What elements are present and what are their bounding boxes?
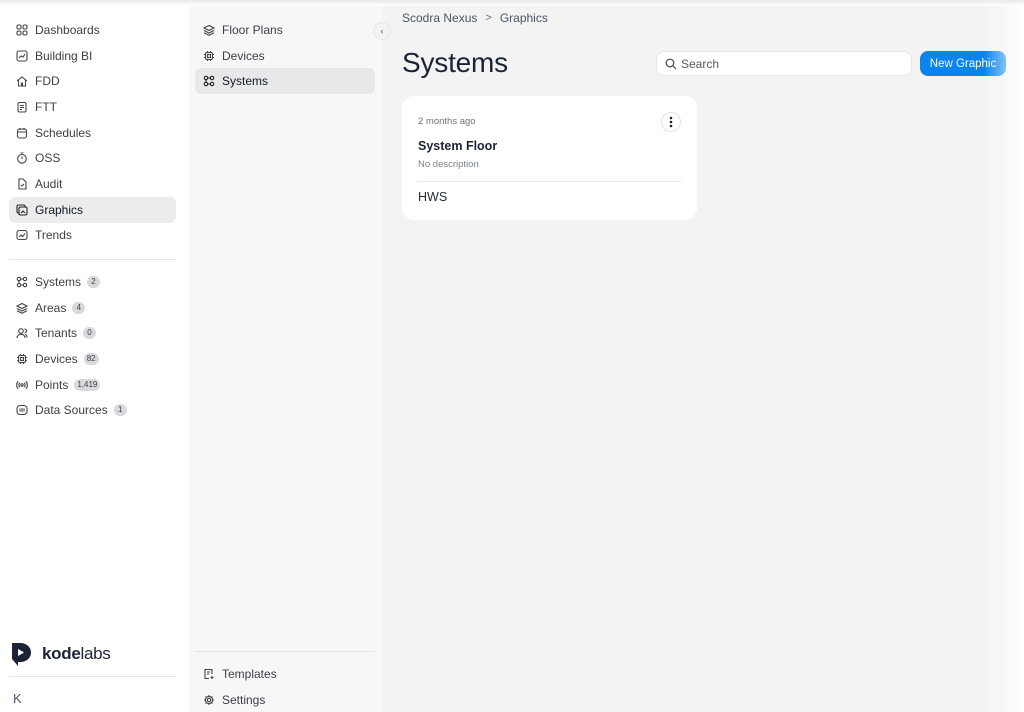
breadcrumb-root[interactable]: Scodra Nexus bbox=[402, 11, 477, 25]
right-edge-shade bbox=[984, 0, 1024, 712]
broadcast-icon bbox=[16, 380, 28, 389]
subnav-item-label: Systems bbox=[222, 74, 269, 89]
sidebar-item-label: Devices bbox=[35, 351, 78, 366]
fdd-icon bbox=[16, 76, 28, 87]
sidebar-item-label: Tenants bbox=[35, 326, 78, 341]
top-strip bbox=[0, 0, 1024, 6]
collapse-subnav-button[interactable]: ‹ bbox=[373, 22, 391, 40]
primary-nav: Dashboards Building BI FDD FTT Schedules… bbox=[9, 17, 176, 248]
search-icon bbox=[665, 58, 677, 69]
count-badge: 1,419 bbox=[74, 378, 101, 391]
count-badge: 82 bbox=[83, 352, 99, 365]
sidebar-item-label: OSS bbox=[35, 151, 61, 166]
audit-icon bbox=[18, 178, 27, 190]
sidebar-item-oss[interactable]: OSS bbox=[9, 145, 176, 171]
sidebar-item-label: Data Sources bbox=[35, 403, 108, 418]
collapse-sidebar-button[interactable]: K bbox=[13, 691, 22, 706]
sidebar-item-trends[interactable]: Trends bbox=[9, 223, 176, 249]
graphics-subnav: Floor Plans Devices Systems Templates Se… bbox=[189, 0, 382, 712]
card-title: System Floor bbox=[418, 139, 498, 153]
count-badge: 0 bbox=[83, 327, 97, 340]
sidebar-item-tenants[interactable]: Tenants 0 bbox=[9, 320, 176, 346]
subnav-item-floor-plans[interactable]: Floor Plans bbox=[195, 17, 375, 43]
timer-icon bbox=[17, 152, 27, 164]
chip-icon bbox=[17, 353, 27, 364]
sidebar-item-devices[interactable]: Devices 82 bbox=[9, 346, 176, 372]
datasource-icon bbox=[16, 405, 28, 416]
breadcrumb-current: Graphics bbox=[499, 11, 548, 25]
sidebar-item-label: Dashboards bbox=[35, 22, 100, 37]
sidebar-item-label: Systems bbox=[35, 274, 82, 289]
sidebar-item-audit[interactable]: Audit bbox=[9, 171, 176, 197]
new-graphic-button[interactable]: New Graphic bbox=[920, 51, 1006, 76]
gear-icon bbox=[204, 694, 214, 705]
sidebar-item-schedules[interactable]: Schedules bbox=[9, 120, 176, 146]
subnav-divider bbox=[195, 651, 375, 652]
subnav-item-label: Templates bbox=[222, 666, 277, 681]
card-description: No description bbox=[418, 159, 479, 170]
sidebar-item-points[interactable]: Points 1,419 bbox=[9, 372, 176, 398]
card-timestamp: 2 months ago bbox=[418, 116, 476, 127]
sidebar-item-label: Graphics bbox=[35, 202, 84, 217]
clipboard-icon bbox=[17, 101, 27, 113]
search-box[interactable] bbox=[656, 51, 912, 76]
sidebar-item-label: Schedules bbox=[35, 125, 92, 140]
count-badge: 1 bbox=[113, 404, 127, 417]
sidebar-item-dashboards[interactable]: Dashboards bbox=[9, 17, 176, 43]
users-icon bbox=[16, 328, 28, 339]
more-vertical-icon bbox=[669, 116, 673, 128]
calendar-icon bbox=[16, 127, 28, 139]
sidebar-item-systems[interactable]: Systems 2 bbox=[9, 269, 176, 295]
sidebar-item-label: Building BI bbox=[35, 48, 93, 63]
subnav-bottom: Templates Settings bbox=[195, 661, 375, 712]
subnav-item-settings[interactable]: Settings bbox=[195, 687, 375, 712]
count-badge: 4 bbox=[72, 301, 86, 314]
breadcrumb-separator: > bbox=[485, 12, 492, 24]
subnav-item-label: Floor Plans bbox=[222, 22, 283, 37]
dashboard-icon bbox=[16, 24, 28, 36]
systems-icon bbox=[16, 276, 28, 288]
sidebar-item-label: Trends bbox=[35, 228, 72, 243]
brand-logo: kodelabs bbox=[10, 641, 111, 667]
brand-wordmark: kodelabs bbox=[42, 644, 111, 663]
template-icon bbox=[204, 668, 214, 679]
layers-icon bbox=[203, 24, 215, 36]
graphics-icon bbox=[16, 204, 28, 216]
sidebar-item-label: Points bbox=[35, 377, 69, 392]
count-badge: 2 bbox=[87, 275, 101, 288]
subnav-list: Floor Plans Devices Systems bbox=[195, 17, 375, 95]
subnav-item-label: Devices bbox=[222, 48, 265, 63]
layers-icon bbox=[16, 302, 28, 314]
subnav-item-devices[interactable]: Devices bbox=[195, 43, 375, 69]
card-menu-button[interactable] bbox=[661, 112, 681, 132]
sidebar-item-building-bi[interactable]: Building BI bbox=[9, 43, 176, 69]
search-input[interactable] bbox=[681, 56, 901, 71]
systems-icon bbox=[203, 75, 215, 87]
breadcrumb: Scodra Nexus > Graphics bbox=[402, 11, 548, 25]
sidebar-item-label: FDD bbox=[35, 74, 60, 89]
card-divider bbox=[418, 181, 681, 182]
kodelabs-logo-icon bbox=[12, 643, 31, 666]
subnav-item-systems[interactable]: Systems bbox=[195, 68, 375, 95]
sidebar-bottom-divider bbox=[9, 676, 176, 677]
sidebar-item-areas[interactable]: Areas 4 bbox=[9, 295, 176, 321]
sidebar-item-data-sources[interactable]: Data Sources 1 bbox=[9, 397, 176, 423]
sidebar-item-label: Audit bbox=[35, 176, 63, 191]
sidebar-item-ftt[interactable]: FTT bbox=[9, 94, 176, 120]
chip-icon bbox=[204, 50, 214, 61]
graphic-card[interactable]: 2 months ago System Floor No description… bbox=[402, 96, 697, 220]
main-sidebar: Dashboards Building BI FDD FTT Schedules… bbox=[0, 0, 189, 712]
sidebar-item-label: Areas bbox=[35, 300, 67, 315]
sidebar-divider bbox=[9, 259, 176, 260]
card-system-tag: HWS bbox=[418, 190, 448, 204]
subnav-item-templates[interactable]: Templates bbox=[195, 661, 375, 687]
sidebar-item-fdd[interactable]: FDD bbox=[9, 68, 176, 94]
subnav-item-label: Settings bbox=[222, 692, 266, 707]
trends-icon bbox=[16, 230, 28, 241]
sidebar-item-graphics[interactable]: Graphics bbox=[9, 196, 176, 223]
chart-icon bbox=[16, 49, 28, 62]
entity-nav: Systems 2 Areas 4 Tenants 0 Devices 82 P… bbox=[9, 269, 176, 423]
sidebar-item-label: FTT bbox=[35, 99, 57, 114]
page-title: Systems bbox=[402, 47, 508, 78]
